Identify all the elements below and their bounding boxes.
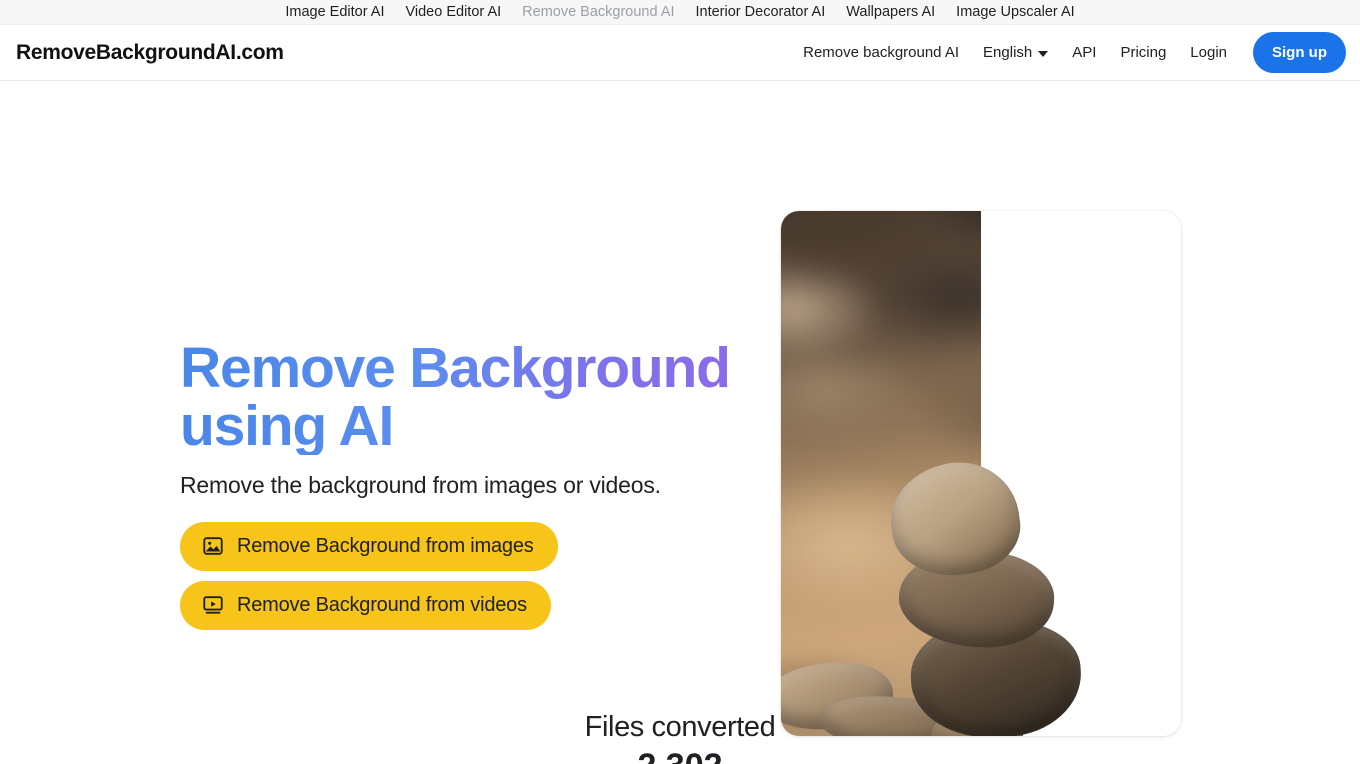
page-title: Remove Background using AI: [180, 339, 740, 455]
hero-image-cutout-half: [981, 211, 1181, 736]
nav-link-pricing[interactable]: Pricing: [1108, 45, 1178, 60]
hero-cta-group: Remove Background from images Remove Bac…: [180, 521, 740, 630]
hero-section: Remove Background using AI Remove the ba…: [0, 81, 1360, 736]
remove-background-from-videos-button[interactable]: Remove Background from videos: [180, 580, 551, 630]
topbar-link-wallpapers-ai[interactable]: Wallpapers AI: [846, 5, 935, 20]
topbar-link-image-editor-ai[interactable]: Image Editor AI: [285, 5, 384, 20]
image-icon: [202, 535, 224, 557]
video-play-icon: [202, 594, 224, 616]
topbar-link-video-editor-ai[interactable]: Video Editor AI: [405, 5, 501, 20]
cta-label: Remove Background from images: [237, 534, 534, 557]
hero-image-original-half: [781, 211, 981, 736]
site-header: RemoveBackgroundAI.com Remove background…: [0, 25, 1360, 81]
nav-link-api[interactable]: API: [1060, 45, 1108, 60]
top-product-bar: Image Editor AI Video Editor AI Remove B…: [0, 0, 1360, 25]
chevron-down-icon: [1038, 50, 1049, 57]
brand-logo[interactable]: RemoveBackgroundAI.com: [16, 41, 284, 65]
hero-before-after-image[interactable]: [781, 211, 1181, 736]
language-selector[interactable]: English: [971, 45, 1060, 60]
topbar-link-remove-background-ai[interactable]: Remove Background AI: [522, 5, 674, 20]
hero-copy: Remove Background using AI Remove the ba…: [180, 339, 740, 630]
remove-background-from-images-button[interactable]: Remove Background from images: [180, 521, 558, 571]
language-label: English: [983, 44, 1033, 61]
topbar-link-interior-decorator-ai[interactable]: Interior Decorator AI: [696, 5, 826, 20]
nav-link-remove-background-ai[interactable]: Remove background AI: [791, 45, 971, 60]
topbar-link-image-upscaler-ai[interactable]: Image Upscaler AI: [956, 5, 1074, 20]
main-nav: Remove background AI English API Pricing…: [791, 32, 1346, 73]
hero-subtitle: Remove the background from images or vid…: [180, 472, 661, 499]
nav-link-login[interactable]: Login: [1178, 45, 1239, 60]
sign-up-button[interactable]: Sign up: [1253, 32, 1346, 73]
cta-label: Remove Background from videos: [237, 593, 527, 616]
files-converted-value: 2,302: [0, 747, 1360, 764]
